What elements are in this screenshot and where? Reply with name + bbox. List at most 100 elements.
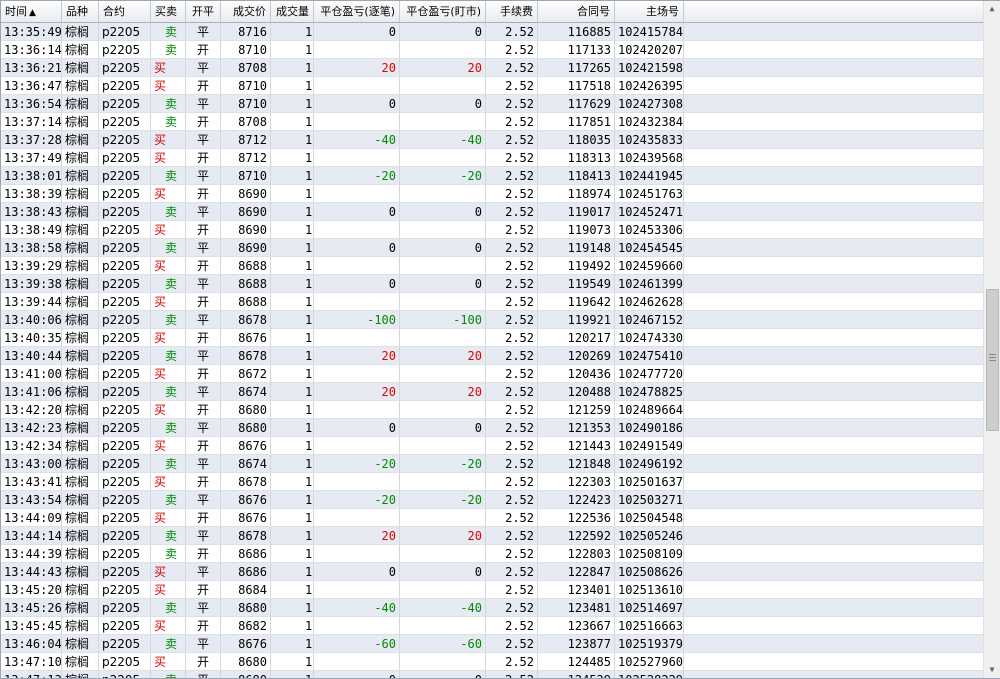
table-row[interactable]: 13:46:04 棕榈 p2205 卖平 8676 1 -60 -60 2.52 123877 10… bbox=[1, 635, 983, 653]
col-header-product[interactable]: 品种 bbox=[62, 1, 99, 22]
cell-filler bbox=[684, 329, 983, 347]
table-row[interactable]: 13:39:38 棕榈 p2205 卖平 8688 1 0 0 2.52 119549 102461… bbox=[1, 275, 983, 293]
table-row[interactable]: 13:47:10 棕榈 p2205 买开 8680 1 2.52 124485 10252796… bbox=[1, 653, 983, 671]
col-header-time[interactable]: 时间 ▲ bbox=[1, 1, 62, 22]
table-row[interactable]: 13:37:28 棕榈 p2205 买平 8712 1 -40 -40 2.52 118035 10… bbox=[1, 131, 983, 149]
cell-fee: 2.52 bbox=[486, 401, 538, 419]
cell-contract: p2205 bbox=[99, 329, 151, 347]
table-row[interactable]: 13:38:39 棕榈 p2205 买开 8690 1 2.52 118974 10245176… bbox=[1, 185, 983, 203]
table-row[interactable]: 13:40:06 棕榈 p2205 卖平 8678 1 -100 -100 2.52 119921… bbox=[1, 311, 983, 329]
cell-pnl2 bbox=[400, 293, 486, 311]
cell-fee: 2.52 bbox=[486, 491, 538, 509]
cell-bs: 买 bbox=[151, 257, 186, 275]
col-header-price[interactable]: 成交价 bbox=[221, 1, 271, 22]
grid-header: 时间 ▲ 品种 合约 买卖 开平 成交价 成交量 平仓盈亏(逐笔) 平仓盈亏(盯市… bbox=[1, 1, 983, 23]
cell-time: 13:36:54 bbox=[1, 95, 62, 113]
col-header-openclose[interactable]: 开平 bbox=[186, 1, 221, 22]
cell-contract: p2205 bbox=[99, 221, 151, 239]
cell-oc: 开 bbox=[186, 257, 221, 275]
cell-fee: 2.52 bbox=[486, 437, 538, 455]
cell-oc: 平 bbox=[186, 383, 221, 401]
cell-product: 棕榈 bbox=[62, 617, 99, 635]
col-header-pnl-trade[interactable]: 平仓盈亏(逐笔) bbox=[314, 1, 400, 22]
cell-time: 13:38:49 bbox=[1, 221, 62, 239]
table-row[interactable]: 13:44:09 棕榈 p2205 买开 8676 1 2.52 122536 10250454… bbox=[1, 509, 983, 527]
scrollbar-thumb[interactable] bbox=[986, 289, 999, 431]
table-row[interactable]: 13:44:39 棕榈 p2205 卖开 8686 1 2.52 122803 10250810… bbox=[1, 545, 983, 563]
table-row[interactable]: 13:45:20 棕榈 p2205 买开 8684 1 2.52 123401 10251361… bbox=[1, 581, 983, 599]
table-row[interactable]: 13:39:44 棕榈 p2205 买开 8688 1 2.52 119642 10246262… bbox=[1, 293, 983, 311]
table-row[interactable]: 13:47:13棕榈p2205卖平86801002.52124539102528… bbox=[1, 671, 983, 678]
cell-price: 8688 bbox=[221, 275, 271, 293]
table-row[interactable]: 13:45:26 棕榈 p2205 卖平 8680 1 -40 -40 2.52 123481 10… bbox=[1, 599, 983, 617]
table-row[interactable]: 13:36:47 棕榈 p2205 买开 8710 1 2.52 117518 10242639… bbox=[1, 77, 983, 95]
table-row[interactable]: 13:39:29 棕榈 p2205 买开 8688 1 2.52 119492 10245966… bbox=[1, 257, 983, 275]
col-header-pnl-mark[interactable]: 平仓盈亏(盯市) bbox=[400, 1, 486, 22]
cell-price: 8710 bbox=[221, 95, 271, 113]
col-header-time-label: 时间 bbox=[5, 5, 27, 18]
cell-contract: p2205 bbox=[99, 617, 151, 635]
table-row[interactable]: 13:38:58 棕榈 p2205 卖平 8690 1 0 0 2.52 119148 102454… bbox=[1, 239, 983, 257]
cell-fee: 2.52 bbox=[486, 617, 538, 635]
table-row[interactable]: 13:36:21 棕榈 p2205 买平 8708 1 20 20 2.52 117265 1024… bbox=[1, 59, 983, 77]
table-row[interactable]: 13:37:14 棕榈 p2205 卖开 8708 1 2.52 117851 10243238… bbox=[1, 113, 983, 131]
scroll-down-icon[interactable]: ▼ bbox=[984, 662, 1000, 678]
cell-oc: 开 bbox=[186, 113, 221, 131]
cell-vol: 1 bbox=[271, 401, 314, 419]
col-header-contract[interactable]: 合约 bbox=[99, 1, 151, 22]
table-row[interactable]: 13:42:34 棕榈 p2205 买开 8676 1 2.52 121443 10249154… bbox=[1, 437, 983, 455]
col-header-exchange-no[interactable]: 主场号 bbox=[615, 1, 684, 22]
table-row[interactable]: 13:43:54 棕榈 p2205 卖平 8676 1 -20 -20 2.52 122423 10… bbox=[1, 491, 983, 509]
vertical-scrollbar[interactable]: ▲ ▼ bbox=[983, 1, 1000, 678]
table-row[interactable]: 13:42:20 棕榈 p2205 买开 8680 1 2.52 121259 10248966… bbox=[1, 401, 983, 419]
cell-cno: 121443 bbox=[538, 437, 615, 455]
table-row[interactable]: 13:37:49 棕榈 p2205 买开 8712 1 2.52 118313 10243956… bbox=[1, 149, 983, 167]
table-row[interactable]: 13:44:43 棕榈 p2205 买平 8686 1 0 0 2.52 122847 102508… bbox=[1, 563, 983, 581]
cell-time: 13:36:14 bbox=[1, 41, 62, 59]
cell-filler bbox=[684, 41, 983, 59]
cell-contract: p2205 bbox=[99, 167, 151, 185]
table-row[interactable]: 13:40:35 棕榈 p2205 买开 8676 1 2.52 120217 10247433… bbox=[1, 329, 983, 347]
cell-mno: 102505246 bbox=[615, 527, 684, 545]
table-row[interactable]: 13:38:01 棕榈 p2205 卖平 8710 1 -20 -20 2.52 118413 10… bbox=[1, 167, 983, 185]
col-header-buysell[interactable]: 买卖 bbox=[151, 1, 186, 22]
cell-contract: p2205 bbox=[99, 527, 151, 545]
cell-product: 棕榈 bbox=[62, 401, 99, 419]
col-header-volume[interactable]: 成交量 bbox=[271, 1, 314, 22]
cell-bs: 卖 bbox=[151, 545, 186, 563]
cell-time: 13:41:06 bbox=[1, 383, 62, 401]
cell-filler bbox=[684, 311, 983, 329]
cell-price: 8686 bbox=[221, 563, 271, 581]
table-row[interactable]: 13:41:00 棕榈 p2205 买开 8672 1 2.52 120436 10247772… bbox=[1, 365, 983, 383]
cell-product: 棕榈 bbox=[62, 185, 99, 203]
cell-pnl2 bbox=[400, 581, 486, 599]
cell-pnl1: -20 bbox=[314, 491, 400, 509]
cell-pnl2 bbox=[400, 653, 486, 671]
table-row[interactable]: 13:40:44 棕榈 p2205 卖平 8678 1 20 20 2.52 120269 1024… bbox=[1, 347, 983, 365]
col-header-fee[interactable]: 手续费 bbox=[486, 1, 538, 22]
cell-cno: 118413 bbox=[538, 167, 615, 185]
table-row[interactable]: 13:43:00 棕榈 p2205 卖平 8674 1 -20 -20 2.52 121848 10… bbox=[1, 455, 983, 473]
table-row[interactable]: 13:45:45 棕榈 p2205 买开 8682 1 2.52 123667 10251666… bbox=[1, 617, 983, 635]
cell-oc: 平 bbox=[186, 59, 221, 77]
cell-filler bbox=[684, 203, 983, 221]
table-row[interactable]: 13:43:41 棕榈 p2205 买开 8678 1 2.52 122303 10250163… bbox=[1, 473, 983, 491]
table-row[interactable]: 13:41:06 棕榈 p2205 卖平 8674 1 20 20 2.52 120488 1024… bbox=[1, 383, 983, 401]
cell-mno: 102462628 bbox=[615, 293, 684, 311]
table-row[interactable]: 13:42:23 棕榈 p2205 卖平 8680 1 0 0 2.52 121353 102490… bbox=[1, 419, 983, 437]
cell-time: 13:37:14 bbox=[1, 113, 62, 131]
col-header-contract-no[interactable]: 合同号 bbox=[538, 1, 615, 22]
cell-time: 13:35:49 bbox=[1, 23, 62, 41]
table-row[interactable]: 13:38:43 棕榈 p2205 卖平 8690 1 0 0 2.52 119017 102452… bbox=[1, 203, 983, 221]
table-row[interactable]: 13:36:14 棕榈 p2205 卖开 8710 1 2.52 117133 10242020… bbox=[1, 41, 983, 59]
table-row[interactable]: 13:44:14 棕榈 p2205 卖平 8678 1 20 20 2.52 122592 1025… bbox=[1, 527, 983, 545]
cell-fee: 2.52 bbox=[486, 545, 538, 563]
scroll-up-icon[interactable]: ▲ bbox=[984, 1, 1000, 17]
table-row[interactable]: 13:36:54 棕榈 p2205 卖平 8710 1 0 0 2.52 117629 102427… bbox=[1, 95, 983, 113]
cell-mno: 102459660 bbox=[615, 257, 684, 275]
table-row[interactable]: 13:35:49 棕榈 p2205 卖平 8716 1 0 0 2.52 116885 102415… bbox=[1, 23, 983, 41]
cell-pnl1 bbox=[314, 581, 400, 599]
table-row[interactable]: 13:38:49 棕榈 p2205 买开 8690 1 2.52 119073 10245330… bbox=[1, 221, 983, 239]
cell-product: 棕榈 bbox=[62, 365, 99, 383]
thumb-grip-icon bbox=[989, 354, 996, 362]
